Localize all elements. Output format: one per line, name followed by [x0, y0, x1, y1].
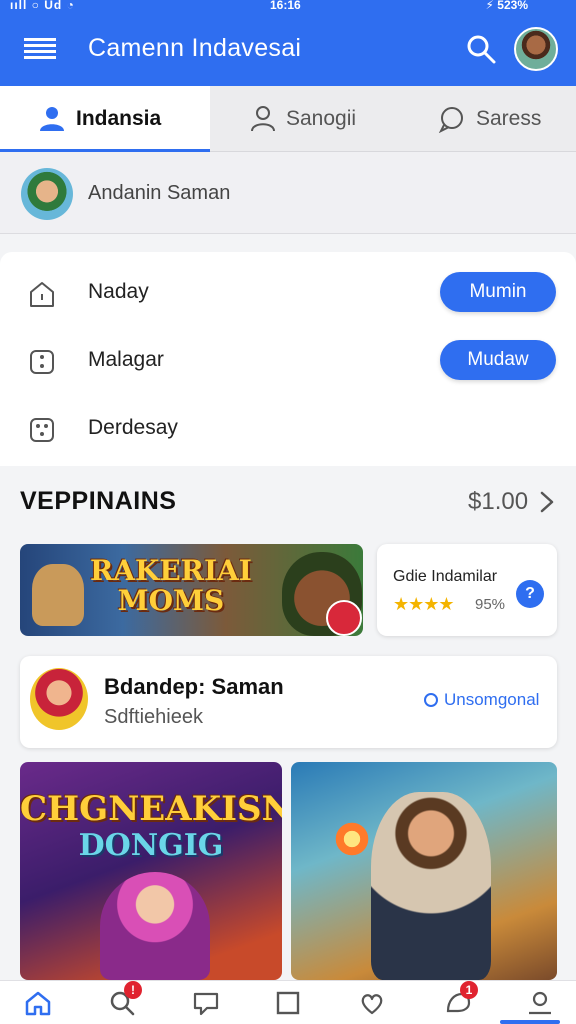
tab-label: Indansia: [76, 107, 162, 130]
hero-art: [371, 792, 491, 980]
chat-bubble-icon: [438, 107, 463, 133]
message-icon: [193, 992, 219, 1016]
person-outline-icon: [251, 106, 275, 132]
list-item[interactable]: Derdesay: [0, 400, 576, 460]
avatar: [30, 668, 88, 730]
nav-messages[interactable]: [186, 987, 226, 1019]
app-bar: ııll ○ Ud ◔ 16:16 ⚡ 523% Camenn Indavesa…: [0, 0, 576, 86]
banner-title: RAKERIAI MOMS: [90, 556, 252, 616]
list-item-label: Derdesay: [88, 416, 178, 439]
user-link-label: Unsomgonal: [444, 690, 540, 709]
chevron-right-icon[interactable]: [538, 490, 556, 514]
section-price: $1.00: [468, 488, 529, 515]
battery-indicator: ⚡ 523%: [485, 0, 528, 12]
banner-title-line2: MOMS: [117, 584, 225, 617]
profile-name: Andanin Saman: [88, 182, 231, 204]
user-avatar[interactable]: [514, 27, 558, 71]
dice-icon: [30, 350, 54, 374]
tab-sanogii[interactable]: Sanogii: [250, 86, 390, 152]
game-tile-right[interactable]: [291, 762, 557, 980]
tab-bar: Indansia Sanogii Saress: [0, 86, 576, 153]
dice-icon: [30, 418, 54, 442]
hamburger-icon[interactable]: [24, 37, 56, 61]
rating-percent: 95%: [475, 596, 506, 613]
star-rating: ★★★★: [393, 594, 455, 614]
hero-art: [100, 872, 210, 980]
signal-indicator: ııll ○ Ud ◔: [10, 0, 75, 12]
settings-list: Naday Mumin Malagar Mudaw Derdesay: [0, 252, 576, 466]
home-indicator: [500, 1020, 560, 1024]
bottom-nav: ! 1: [0, 980, 576, 1024]
game-tile-left[interactable]: CHGNEAKISN DONGIG: [20, 762, 282, 980]
square-icon: [276, 991, 300, 1015]
tile-title-line2: DONGIG: [78, 828, 224, 863]
link-icon: [424, 693, 438, 707]
notification-badge: !: [124, 981, 142, 999]
home-icon: [25, 991, 51, 1016]
user-card[interactable]: Bdandep: Saman Sdftiehieek Unsomgonal: [20, 656, 557, 748]
mudaw-button[interactable]: Mudaw: [440, 340, 556, 380]
list-item-label: Naday: [88, 280, 149, 303]
search-icon[interactable]: [466, 34, 496, 64]
user-subtitle: Sdftiehieek: [104, 706, 203, 728]
tab-saress[interactable]: Saress: [438, 86, 576, 152]
tile-title-line1: CHGNEAKISN: [20, 789, 282, 829]
game-banner[interactable]: RAKERIAI MOMS: [20, 544, 363, 636]
notification-badge: 1: [460, 981, 478, 999]
nav-notifications[interactable]: 1: [438, 981, 478, 1019]
house-icon: [30, 282, 54, 307]
nav-profile[interactable]: [520, 987, 560, 1019]
section-title: VEPPINAINS: [20, 487, 177, 515]
avatar: [21, 168, 73, 220]
mumin-button[interactable]: Mumin: [440, 272, 556, 312]
profile-row[interactable]: Andanin Saman: [0, 152, 576, 234]
heart-icon: [361, 994, 383, 1015]
user-name: Bdandep: Saman: [104, 674, 284, 699]
tab-indansia[interactable]: Indansia: [0, 86, 210, 153]
status-time: 16:16: [270, 0, 301, 12]
nav-home[interactable]: [18, 987, 58, 1019]
person-icon: [40, 107, 64, 131]
tab-label: Saress: [476, 107, 542, 130]
list-item-label: Malagar: [88, 348, 164, 371]
nav-square[interactable]: [268, 987, 308, 1019]
help-icon[interactable]: ?: [516, 580, 544, 608]
creature-art: [32, 564, 84, 626]
user-link[interactable]: Unsomgonal: [424, 690, 539, 710]
nav-favorites[interactable]: [352, 987, 392, 1019]
banner-title-line1: RAKERIAI: [90, 554, 252, 587]
fire-art: [333, 820, 371, 858]
app-title: Camenn Indavesai: [88, 34, 302, 62]
rating-title: Gdie Indamilar: [393, 568, 498, 585]
list-item[interactable]: Naday Mumin: [0, 264, 576, 324]
tab-label: Sanogii: [286, 107, 357, 130]
nav-search[interactable]: !: [102, 981, 142, 1019]
status-bar: ııll ○ Ud ◔ 16:16 ⚡ 523%: [0, 0, 576, 14]
tag-icon: [326, 600, 362, 636]
profile-icon: [529, 991, 551, 1015]
list-item[interactable]: Malagar Mudaw: [0, 332, 576, 392]
